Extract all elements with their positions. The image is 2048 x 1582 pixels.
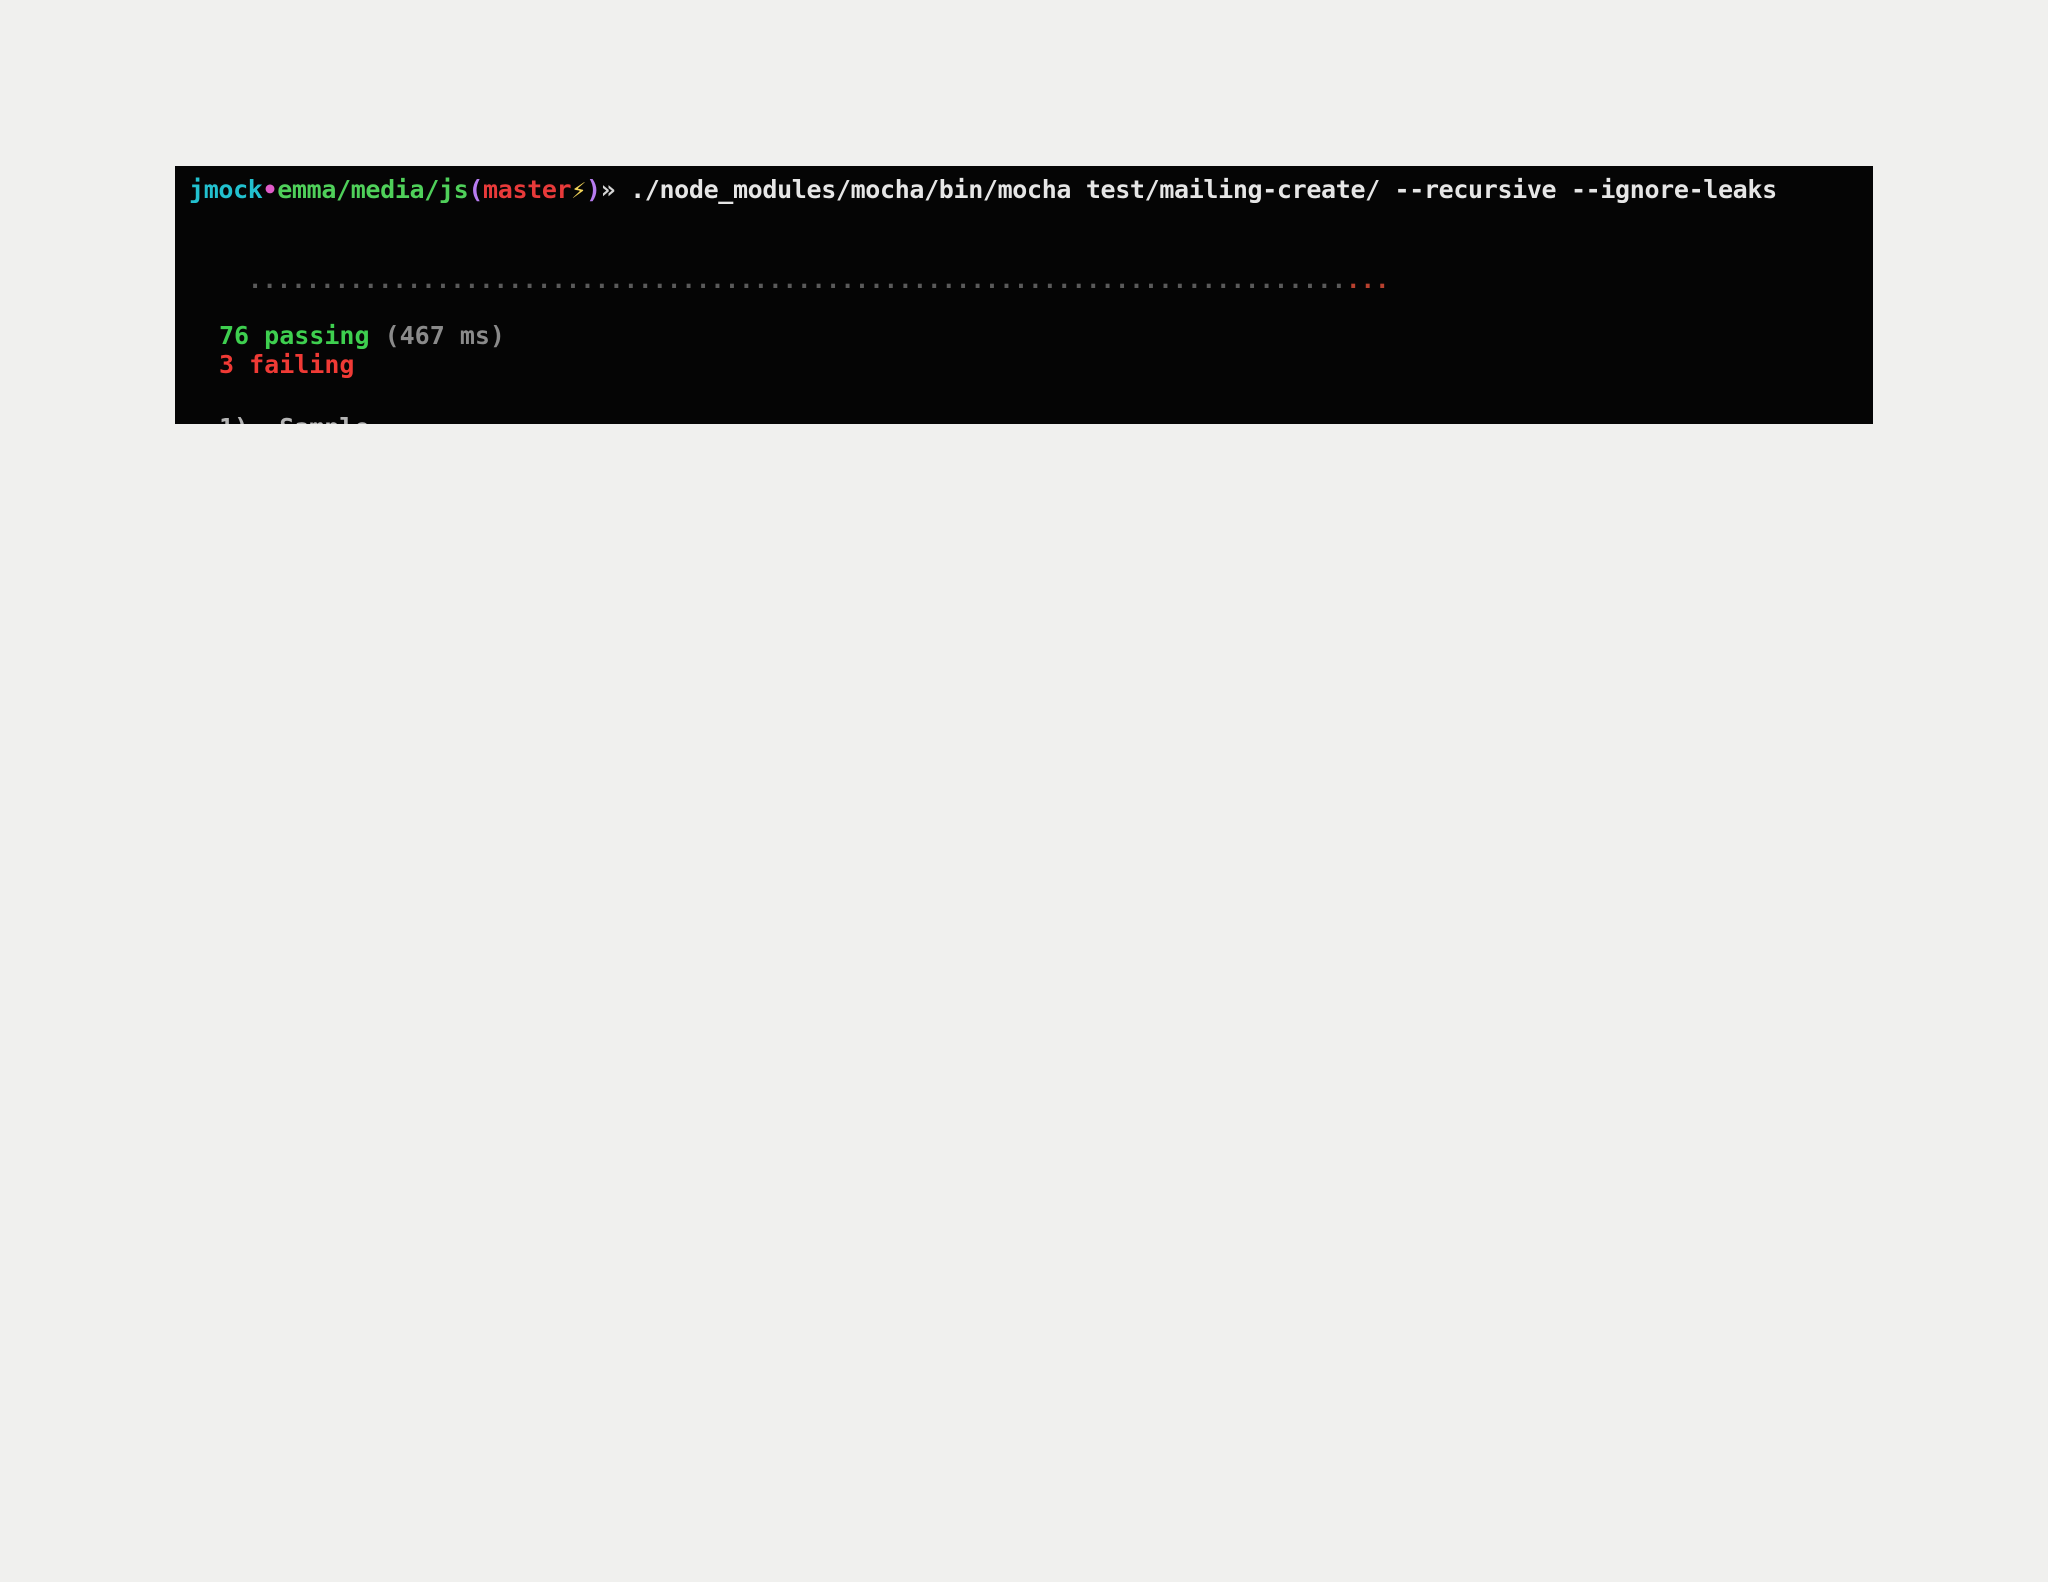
shell-prompt-line: jmock•emma/media/js(master⚡)» ./node_mod… <box>189 175 1777 205</box>
prompt-path: emma/media/js <box>277 175 469 204</box>
failed-test-dots: ... <box>1346 266 1390 294</box>
terminal-window[interactable]: jmock•emma/media/js(master⚡)» ./node_mod… <box>175 166 1873 424</box>
prompt-open-paren: ( <box>468 175 484 204</box>
test-progress-dots: ........................................… <box>219 265 1390 295</box>
prompt-separator: • <box>262 175 278 204</box>
prompt-git-branch: master <box>483 175 572 204</box>
prompt-close-paren: ) <box>585 175 601 204</box>
test-duration: (467 ms) <box>384 321 505 350</box>
prompt-user: jmock <box>189 175 263 204</box>
shell-command: ./node_modules/mocha/bin/mocha test/mail… <box>615 175 1777 204</box>
truncated-failure-line: 1) Sample. . . . . . . . . . . . . . . .… <box>219 413 1197 424</box>
git-dirty-bolt-icon: ⚡ <box>571 175 586 204</box>
prompt-arrow-icon: » <box>600 175 616 204</box>
passing-count: 76 passing <box>219 321 370 350</box>
passing-summary: 76 passing (467 ms) <box>219 321 505 351</box>
passed-test-dots: ........................................… <box>219 266 1347 294</box>
failing-summary: 3 failing <box>219 350 355 379</box>
